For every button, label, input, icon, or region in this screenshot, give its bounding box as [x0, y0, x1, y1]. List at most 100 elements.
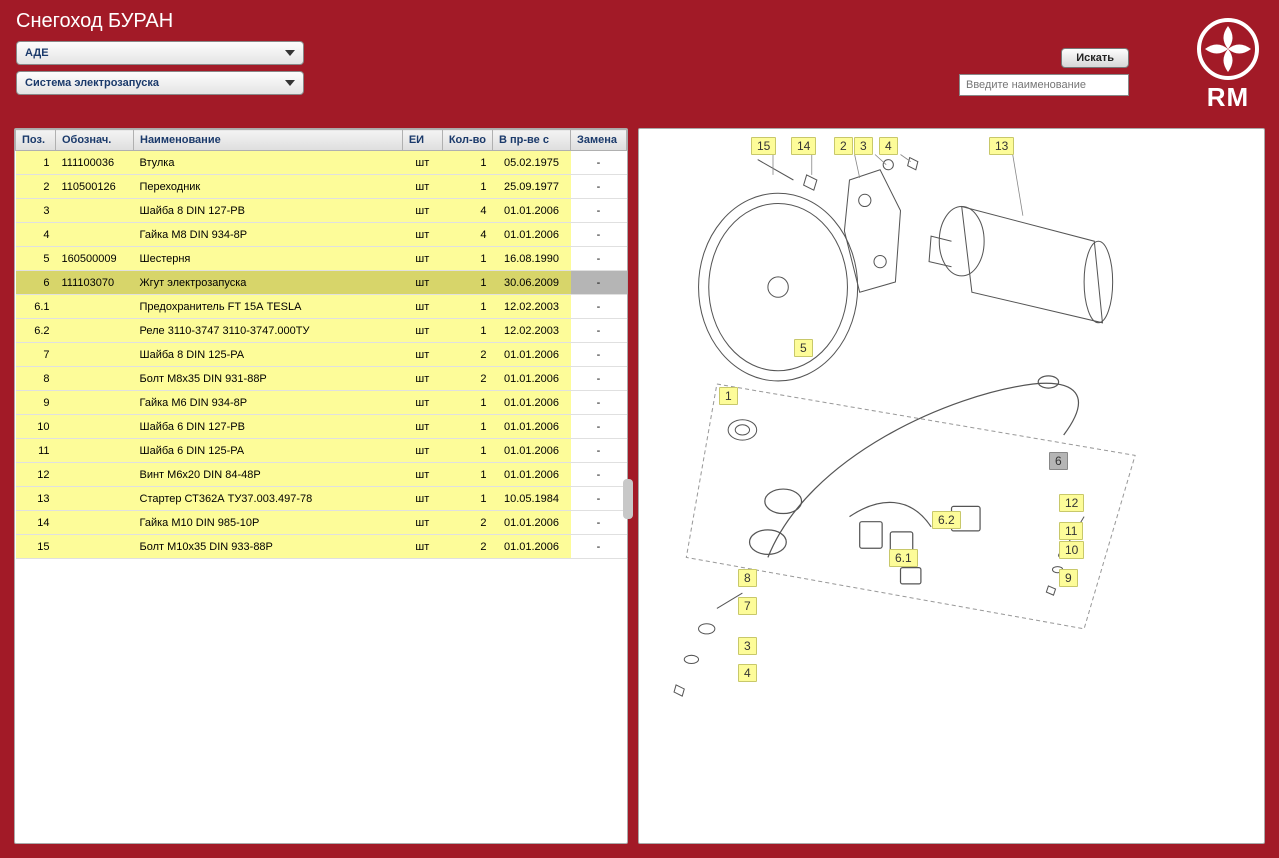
- diagram-callout[interactable]: 8: [738, 569, 757, 587]
- cell-zamena: -: [571, 511, 627, 535]
- cell-name: Болт М10х35 DIN 933-88P: [134, 535, 403, 559]
- cell-date: 01.01.2006: [493, 535, 571, 559]
- table-row[interactable]: 5160500009Шестерняшт116.08.1990-: [16, 247, 627, 271]
- cell-zamena: -: [571, 223, 627, 247]
- table-row[interactable]: 8Болт М8х35 DIN 931-88Pшт201.01.2006-: [16, 367, 627, 391]
- col-zamena[interactable]: Замена: [571, 130, 627, 151]
- table-row[interactable]: 2110500126Переходникшт125.09.1977-: [16, 175, 627, 199]
- cell-qty: 1: [442, 271, 492, 295]
- cell-qty: 1: [442, 415, 492, 439]
- scrollbar[interactable]: [623, 479, 633, 519]
- system-select[interactable]: Система электрозапуска: [16, 71, 304, 95]
- cell-zamena: -: [571, 439, 627, 463]
- diagram-callout[interactable]: 15: [751, 137, 776, 155]
- diagram-callout[interactable]: 3: [854, 137, 873, 155]
- table-row[interactable]: 9Гайка М6 DIN 934-8Pшт101.01.2006-: [16, 391, 627, 415]
- diagram-callout[interactable]: 6.2: [932, 511, 961, 529]
- cell-pos: 11: [16, 439, 56, 463]
- cell-date: 01.01.2006: [493, 415, 571, 439]
- diagram-callout[interactable]: 3: [738, 637, 757, 655]
- col-name[interactable]: Наименование: [134, 130, 403, 151]
- col-oboz[interactable]: Обознач.: [56, 130, 134, 151]
- diagram-callout[interactable]: 7: [738, 597, 757, 615]
- diagram-callout[interactable]: 4: [738, 664, 757, 682]
- cell-name: Жгут электрозапуска: [134, 271, 403, 295]
- cell-name: Шайба 8 DIN 125-PA: [134, 343, 403, 367]
- cell-ei: шт: [402, 319, 442, 343]
- table-row[interactable]: 6.1Предохранитель FT 15А TESLAшт112.02.2…: [16, 295, 627, 319]
- cell-name: Предохранитель FT 15А TESLA: [134, 295, 403, 319]
- col-qty[interactable]: Кол-во: [442, 130, 492, 151]
- cell-pos: 1: [16, 151, 56, 175]
- cell-oboz: [56, 319, 134, 343]
- cell-zamena: -: [571, 463, 627, 487]
- cell-ei: шт: [402, 439, 442, 463]
- diagram-callout[interactable]: 11: [1059, 522, 1083, 540]
- chevron-down-icon: [285, 80, 295, 86]
- diagram-callout[interactable]: 5: [794, 339, 813, 357]
- col-date[interactable]: В пр-ве с: [493, 130, 571, 151]
- diagram-callout[interactable]: 1: [719, 387, 738, 405]
- cell-qty: 1: [442, 295, 492, 319]
- parts-table: Поз. Обознач. Наименование ЕИ Кол-во В п…: [15, 129, 627, 559]
- cell-ei: шт: [402, 463, 442, 487]
- cell-date: 01.01.2006: [493, 367, 571, 391]
- cell-oboz: [56, 343, 134, 367]
- search-input[interactable]: [959, 74, 1129, 96]
- cell-ei: шт: [402, 151, 442, 175]
- table-row[interactable]: 3Шайба 8 DIN 127-PBшт401.01.2006-: [16, 199, 627, 223]
- table-row[interactable]: 6.2Реле 3110-3747 3110-3747.000ТУшт112.0…: [16, 319, 627, 343]
- cell-qty: 4: [442, 223, 492, 247]
- diagram-callout[interactable]: 4: [879, 137, 898, 155]
- cell-pos: 6: [16, 271, 56, 295]
- cell-ei: шт: [402, 247, 442, 271]
- table-row[interactable]: 10Шайба 6 DIN 127-PBшт101.01.2006-: [16, 415, 627, 439]
- table-row[interactable]: 4Гайка М8 DIN 934-8Pшт401.01.2006-: [16, 223, 627, 247]
- cell-oboz: 160500009: [56, 247, 134, 271]
- cell-oboz: 111103070: [56, 271, 134, 295]
- search-button[interactable]: Искать: [1061, 48, 1129, 68]
- diagram-callout[interactable]: 14: [791, 137, 816, 155]
- cell-pos: 14: [16, 511, 56, 535]
- diagram-callout[interactable]: 12: [1059, 494, 1084, 512]
- cell-qty: 2: [442, 511, 492, 535]
- model-select-value: АДЕ: [25, 47, 49, 59]
- table-row[interactable]: 12Винт М6х20 DIN 84-48Pшт101.01.2006-: [16, 463, 627, 487]
- diagram-callout[interactable]: 13: [989, 137, 1014, 155]
- cell-name: Втулка: [134, 151, 403, 175]
- cell-date: 16.08.1990: [493, 247, 571, 271]
- table-row[interactable]: 11Шайба 6 DIN 125-PAшт101.01.2006-: [16, 439, 627, 463]
- diagram-callout[interactable]: 6: [1049, 452, 1068, 470]
- cell-date: 01.01.2006: [493, 391, 571, 415]
- table-row[interactable]: 15Болт М10х35 DIN 933-88Pшт201.01.2006-: [16, 535, 627, 559]
- cell-zamena: -: [571, 319, 627, 343]
- diagram-callout[interactable]: 6.1: [889, 549, 918, 567]
- cell-oboz: [56, 415, 134, 439]
- col-ei[interactable]: ЕИ: [402, 130, 442, 151]
- table-row[interactable]: 6111103070Жгут электрозапускашт130.06.20…: [16, 271, 627, 295]
- table-row[interactable]: 14Гайка М10 DIN 985-10Pшт201.01.2006-: [16, 511, 627, 535]
- table-row[interactable]: 1111100036Втулкашт105.02.1975-: [16, 151, 627, 175]
- diagram-callout[interactable]: 2: [834, 137, 853, 155]
- cell-oboz: [56, 367, 134, 391]
- logo: RM: [1197, 18, 1259, 113]
- cell-pos: 9: [16, 391, 56, 415]
- cell-zamena: -: [571, 367, 627, 391]
- cell-qty: 1: [442, 175, 492, 199]
- diagram[interactable]: 1514234135166.212111096.18734: [639, 129, 1264, 843]
- model-select[interactable]: АДЕ: [16, 41, 304, 65]
- cell-oboz: [56, 391, 134, 415]
- table-row[interactable]: 7Шайба 8 DIN 125-PAшт201.01.2006-: [16, 343, 627, 367]
- table-row[interactable]: 13Стартер СТ362А ТУ37.003.497-78шт110.05…: [16, 487, 627, 511]
- cell-oboz: 110500126: [56, 175, 134, 199]
- cell-date: 10.05.1984: [493, 487, 571, 511]
- cell-date: 01.01.2006: [493, 199, 571, 223]
- diagram-callout[interactable]: 10: [1059, 541, 1084, 559]
- logo-text: RM: [1197, 82, 1259, 113]
- cell-ei: шт: [402, 535, 442, 559]
- cell-date: 12.02.2003: [493, 319, 571, 343]
- diagram-callout[interactable]: 9: [1059, 569, 1078, 587]
- col-pos[interactable]: Поз.: [16, 130, 56, 151]
- cell-qty: 1: [442, 319, 492, 343]
- cell-date: 01.01.2006: [493, 223, 571, 247]
